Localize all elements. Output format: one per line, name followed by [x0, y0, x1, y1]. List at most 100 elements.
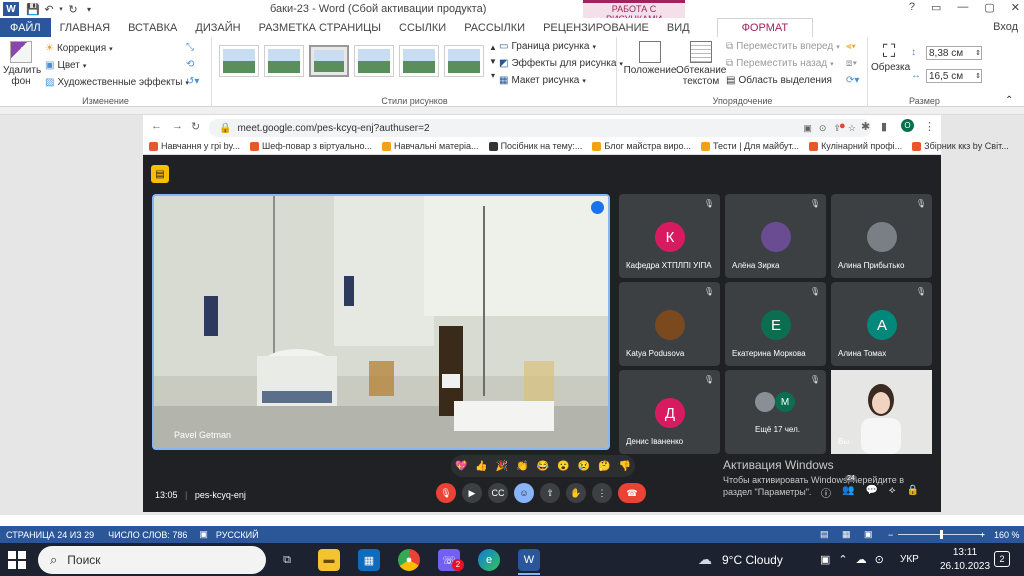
group-objects-icon[interactable]: ⧈▾ [846, 58, 857, 69]
word-taskbar-icon[interactable]: W [518, 549, 540, 571]
styles-gallery-scroll[interactable]: ▲ ▼ ▾ [489, 43, 497, 80]
proofing-icon[interactable]: ▣ [199, 529, 208, 540]
reaction-clap[interactable]: 👏 [516, 461, 528, 472]
participant-tile[interactable]: 🎙 Е Екатерина Моркова [725, 282, 826, 366]
send-backward-button[interactable]: ⧉ Переместить назад ▾ [726, 58, 834, 69]
crop-button[interactable]: ⛶ Обрезка [871, 41, 910, 73]
collapse-ribbon-icon[interactable]: ⌃ [1005, 95, 1013, 106]
participant-tile[interactable]: 🎙 К Кафедра ХТПЛПІ УІПА [619, 194, 720, 278]
save-icon[interactable]: 💾 [25, 2, 41, 16]
maximize-icon[interactable]: ▢ [984, 1, 994, 14]
view-web-icon[interactable]: ▣ [864, 529, 873, 540]
activities-icon[interactable]: ⟡ [889, 485, 896, 500]
captions-icon[interactable]: CC [488, 483, 508, 503]
picture-effects-button[interactable]: ◩ Эффекты для рисунка ▾ [499, 58, 623, 69]
participant-tile[interactable]: 🎙 Алёна Зирка [725, 194, 826, 278]
participant-tile[interactable]: 🎙 Алина Прибытько [831, 194, 932, 278]
view-print-icon[interactable]: ▦ [842, 529, 851, 540]
zoom-thumb[interactable] [940, 530, 943, 539]
rotate-icon[interactable]: ⟳▾ [846, 75, 859, 86]
camera-toggle-icon[interactable]: ▶ [462, 483, 482, 503]
presenter-video[interactable]: Pavel Getman [152, 194, 610, 450]
page-count[interactable]: СТРАНИЦА 24 ИЗ 29 [6, 530, 94, 540]
meeting-info-icon[interactable]: ⓘ [821, 485, 831, 500]
clock-time[interactable]: 13:11 [940, 547, 990, 558]
bookmark[interactable]: Тести | Для майбут... [701, 141, 799, 151]
more-participants-tile[interactable]: 🎙 M Ещё 17 чел. [725, 370, 826, 454]
bookmark[interactable]: Збірник ккз by Світ... [912, 141, 1009, 151]
menu-icon[interactable]: ⋮ [924, 120, 935, 133]
minimize-icon[interactable]: — [957, 1, 968, 14]
present-screen-icon[interactable]: ⇧ [540, 483, 560, 503]
picture-layout-button[interactable]: ▦ Макет рисунка ▾ [499, 75, 586, 86]
start-button[interactable] [8, 551, 26, 569]
customize-quick-access-icon[interactable]: ▾ [81, 2, 97, 16]
reset-picture-icon[interactable]: ↺▾ [186, 76, 199, 87]
reload-icon[interactable]: ↻ [191, 120, 200, 133]
participant-tile[interactable]: 🎙 А Алина Томах [831, 282, 932, 366]
height-field[interactable]: 8,38 см ⇕ [926, 46, 982, 60]
weather-icon[interactable]: ☁ [698, 551, 712, 568]
spinner-icon[interactable]: ⇕ [975, 49, 981, 57]
tab-mailings[interactable]: РАССЫЛКИ [455, 18, 534, 37]
extensions-icon[interactable]: ● [839, 120, 846, 132]
reaction-party[interactable]: 🎉 [496, 461, 508, 472]
reaction-sad[interactable]: 😢 [578, 461, 590, 472]
people-icon[interactable]: 👥 24 [842, 475, 857, 500]
notifications-icon[interactable]: 2 [994, 551, 1010, 567]
remove-background-button[interactable]: Удалить фон [3, 41, 41, 87]
emoji-reaction-icon[interactable]: ☺ [514, 483, 534, 503]
host-controls-icon[interactable]: 🔒 [907, 485, 919, 500]
input-language[interactable]: УКР [900, 554, 919, 565]
store-icon[interactable]: ▦ [358, 549, 380, 571]
tab-view[interactable]: ВИД [658, 18, 699, 37]
selection-pane-button[interactable]: ▤ Область выделения [726, 75, 832, 86]
tab-review[interactable]: РЕЦЕНЗИРОВАНИЕ [534, 18, 658, 37]
undo-dropdown-icon[interactable]: ▾ [57, 2, 65, 16]
picture-style-2[interactable] [264, 45, 304, 77]
profile-avatar[interactable]: O [901, 119, 914, 132]
address-bar[interactable]: 🔒 meet.google.com/pes-kcyq-enj?authuser=… [209, 119, 871, 137]
tab-design[interactable]: ДИЗАЙН [186, 18, 249, 37]
width-field[interactable]: 16,5 см ⇕ [926, 69, 982, 83]
bookmark[interactable]: Шеф-повар з віртуально... [250, 141, 372, 151]
back-icon[interactable]: ← [151, 120, 162, 132]
align-icon[interactable]: ⫷▾ [846, 41, 856, 52]
tab-page-layout[interactable]: РАЗМЕТКА СТРАНИЦЫ [250, 18, 390, 37]
sign-in-link[interactable]: Вход [993, 21, 1018, 33]
picture-style-5[interactable] [399, 45, 439, 77]
change-picture-icon[interactable]: ⟲ [186, 59, 194, 70]
undo-icon[interactable]: ↶ [41, 2, 57, 16]
word-count[interactable]: ЧИСЛО СЛОВ: 786 [108, 530, 187, 540]
self-video-tile[interactable]: 🎙 Вы [831, 370, 932, 454]
zoom-out-icon[interactable]: − [888, 530, 893, 540]
sidebar-icon[interactable]: ▮ [881, 120, 887, 133]
meet-screenshot[interactable]: ▤ Pavel Getman 🎙 К Кафедра ХТПЛПІ УІПА 🎙… [143, 155, 941, 512]
reaction-thumbs-up[interactable]: 👍 [475, 461, 487, 472]
bookmark[interactable]: Блог майстра виро... [592, 141, 691, 151]
redo-icon[interactable]: ↻ [65, 2, 81, 16]
zoom-level[interactable]: 160 % [994, 530, 1020, 540]
picture-border-button[interactable]: ▭ Граница рисунка ▾ [499, 41, 596, 52]
wrap-text-button[interactable]: Обтекание текстом [676, 41, 726, 87]
raise-hand-icon[interactable]: ✋ [566, 483, 586, 503]
reaction-thumbs-down[interactable]: 👎 [618, 461, 630, 472]
file-explorer-icon[interactable]: ▬ [318, 549, 340, 571]
forward-icon[interactable]: → [172, 120, 183, 132]
bookmark[interactable]: Навчальні матеріа... [382, 141, 479, 151]
bookmark[interactable]: Кулінарний профі... [809, 141, 902, 151]
tab-references[interactable]: ССЫЛКИ [390, 18, 455, 37]
picture-style-3[interactable] [309, 45, 349, 77]
bookmark[interactable]: Навчання у грі by... [149, 141, 240, 151]
corrections-button[interactable]: ☀ Коррекция ▾ [45, 43, 113, 54]
position-button[interactable]: Положение [622, 41, 678, 76]
leave-call-icon[interactable]: ☎ [618, 483, 646, 503]
ribbon-display-icon[interactable]: ▭ [931, 1, 941, 14]
reaction-laugh[interactable]: 😂 [537, 461, 549, 472]
view-read-icon[interactable]: ▤ [820, 529, 829, 540]
language[interactable]: РУССКИЙ [216, 530, 259, 540]
clock-date[interactable]: 26.10.2023 [935, 561, 995, 572]
compress-pictures-icon[interactable]: ⤡ [186, 42, 194, 53]
mic-toggle-icon[interactable]: 🎙 [436, 483, 456, 503]
bring-forward-button[interactable]: ⧉ Переместить вперед ▾ [726, 41, 840, 52]
